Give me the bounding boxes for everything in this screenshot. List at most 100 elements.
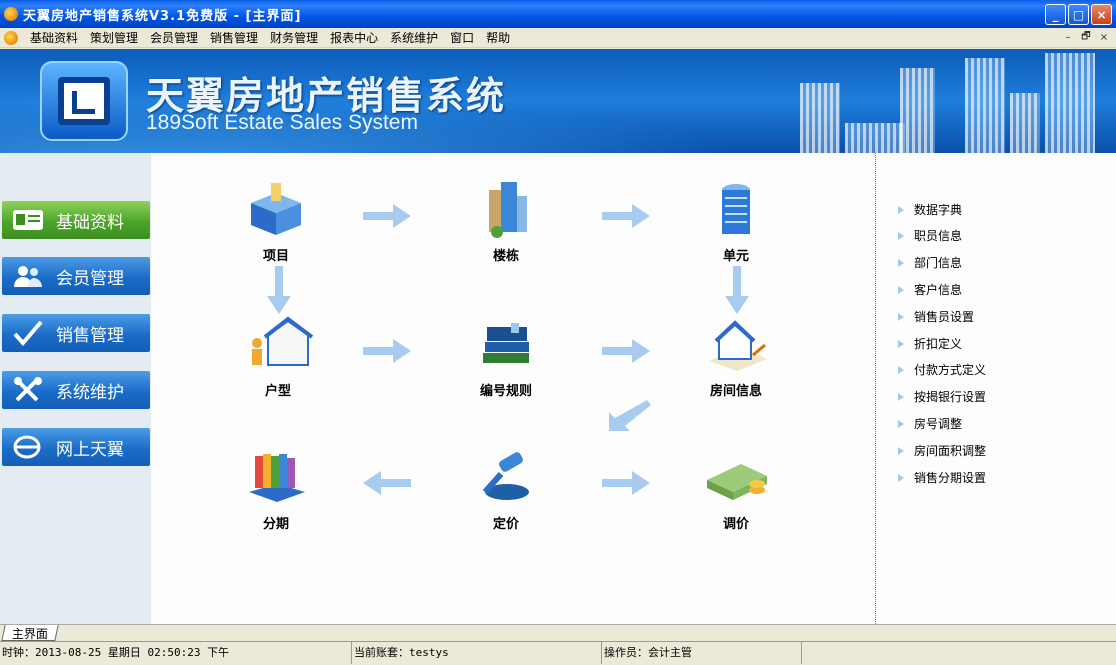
status-extra [802,642,1116,664]
status-bar: 时钟：2013-08-25 星期日 02:50:23 下午 当前账套：testy… [0,641,1116,665]
skyline-building [845,123,905,153]
sidebar-item-system[interactable]: 系统维护 [2,371,150,409]
flow-item-phase[interactable]: 分期 [231,446,321,532]
internet-icon [10,433,46,461]
flow-label: 房间信息 [709,384,762,399]
menu-members[interactable]: 会员管理 [144,29,204,46]
menu-basic-data[interactable]: 基础资料 [24,29,84,46]
mdi-minimize-button[interactable]: – [1060,30,1076,45]
arrow-right-icon [602,471,650,495]
sidebar-item-label: 会员管理 [56,268,124,289]
sidebar-item-label: 系统维护 [56,382,124,403]
skyline-building [965,58,1005,153]
link-label: 职员信息 [914,229,963,243]
arrow-right-icon [602,339,650,363]
money-icon [707,464,767,500]
link-payment-methods[interactable]: 付款方式定义 [898,361,986,378]
link-label: 部门信息 [914,256,963,270]
link-label: 客户信息 [914,283,963,297]
link-label: 按揭银行设置 [914,390,987,404]
link-customer-info[interactable]: 客户信息 [898,281,962,298]
flow-item-room-info[interactable]: 房间信息 [691,313,781,399]
menu-help[interactable]: 帮助 [480,29,516,46]
close-button[interactable]: × [1091,4,1112,25]
flow-item-unit[interactable]: 单元 [691,178,781,264]
arrow-down-icon [725,266,749,314]
users-icon [10,262,46,290]
flow-item-building[interactable]: 楼栋 [461,178,551,264]
flow-item-numbering[interactable]: 编号规则 [461,313,551,399]
sidebar-item-label: 基础资料 [56,212,124,233]
bullet-icon [898,446,904,455]
link-label: 销售员设置 [914,310,975,324]
tower-icon [722,184,750,234]
bullet-icon [898,473,904,482]
arrow-left-icon [363,471,411,495]
sidebar-item-sales[interactable]: 销售管理 [2,314,150,352]
link-label: 数据字典 [914,203,963,217]
menu-planning[interactable]: 策划管理 [84,29,144,46]
menu-finance[interactable]: 财务管理 [264,29,324,46]
sidebar: 基础资料 会员管理 销售管理 系统维护 网上天翼 [0,153,151,624]
bullet-icon [898,392,904,401]
status-clock: 时钟：2013-08-25 星期日 02:50:23 下午 [0,642,352,664]
book-stack-icon [249,454,305,502]
tab-main[interactable]: 主界面 [1,625,59,641]
skyline-building [900,68,935,153]
flow-label: 项目 [262,249,289,264]
flow-item-pricing[interactable]: 定价 [461,446,551,532]
link-mortgage-bank[interactable]: 按揭银行设置 [898,388,986,405]
bullet-icon [898,258,904,267]
link-room-number-adjust[interactable]: 房号调整 [898,415,962,432]
logo-mark-icon [58,77,110,125]
status-operator: 操作员：会计主管 [602,642,802,664]
minimize-button[interactable]: _ [1045,4,1066,25]
sidebar-item-basic-data[interactable]: 基础资料 [2,201,150,239]
bullet-icon [898,312,904,321]
project-box-icon [251,183,301,235]
flow-label: 单元 [722,249,749,264]
window-title: 天翼房地产销售系统V3.1免费版 - [主界面] [23,8,302,24]
link-discount-definition[interactable]: 折扣定义 [898,335,962,352]
mdi-restore-button[interactable]: 🗗 [1078,30,1094,45]
banner: 天翼房地产销售系统 189Soft Estate Sales System [0,49,1116,153]
bullet-icon [898,285,904,294]
flow-item-project[interactable]: 项目 [231,178,321,264]
link-staff-info[interactable]: 职员信息 [898,227,962,244]
menu-sales[interactable]: 销售管理 [204,29,264,46]
flow-label: 编号规则 [479,384,532,399]
checkmark-icon [10,319,46,347]
link-label: 销售分期设置 [914,471,987,485]
tab-label: 主界面 [11,627,48,641]
tools-icon [10,376,46,404]
menu-reports[interactable]: 报表中心 [324,29,384,46]
mdi-close-button[interactable]: × [1096,30,1112,45]
house-blueprint-icon [709,320,767,371]
sidebar-item-members[interactable]: 会员管理 [2,257,150,295]
flow-label: 户型 [264,384,291,399]
quick-links-panel: 数据字典 职员信息 部门信息 客户信息 销售员设置 折扣定义 付款方式定义 按揭… [875,153,1116,624]
arrow-right-icon [602,204,650,228]
link-room-area-adjust[interactable]: 房间面积调整 [898,442,986,459]
link-label: 房间面积调整 [914,444,987,458]
books-icon [483,323,529,363]
flow-item-house-type[interactable]: 户型 [233,313,323,399]
link-data-dictionary[interactable]: 数据字典 [898,201,962,218]
sidebar-item-online[interactable]: 网上天翼 [2,428,150,466]
menu-system[interactable]: 系统维护 [384,29,444,46]
arrow-down-icon [267,266,291,314]
flow-label: 调价 [722,517,749,532]
maximize-button[interactable]: □ [1068,4,1089,25]
link-salesperson-settings[interactable]: 销售员设置 [898,308,974,325]
buildings-icon [489,182,527,238]
bullet-icon [898,365,904,374]
link-department-info[interactable]: 部门信息 [898,254,962,271]
banner-subtitle: 189Soft Estate Sales System [146,111,418,134]
flow-item-price-adjust[interactable]: 调价 [691,446,781,532]
status-account: 当前账套：testys [352,642,602,664]
mdi-tab-strip: 主界面 [0,624,1116,641]
link-sales-phase-settings[interactable]: 销售分期设置 [898,469,986,486]
app-icon[interactable] [4,7,18,21]
menu-window[interactable]: 窗口 [444,29,480,46]
child-window-icon[interactable] [4,30,18,45]
